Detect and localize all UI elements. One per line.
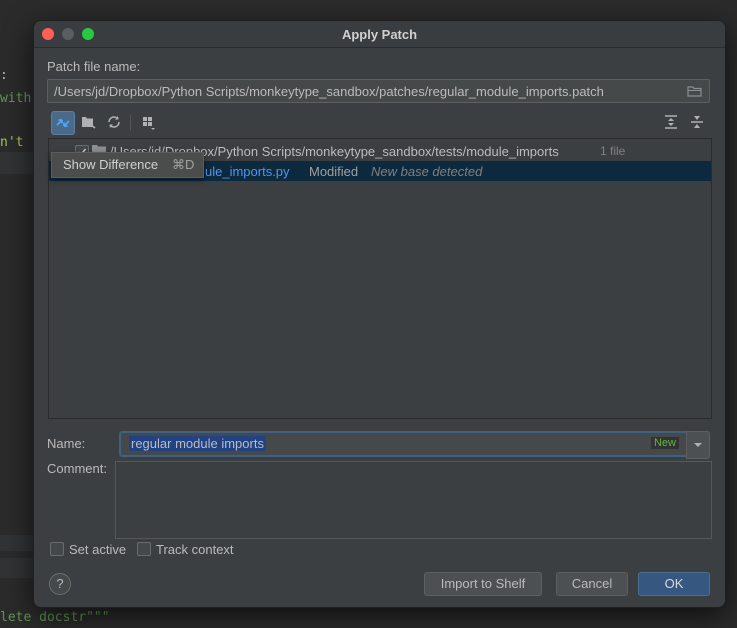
comment-label: Comment: xyxy=(47,461,107,476)
patch-file-field xyxy=(47,79,710,103)
track-context-label[interactable]: Track context xyxy=(156,542,234,557)
dialog-title: Apply Patch xyxy=(341,27,418,42)
expand-all-icon[interactable] xyxy=(660,111,682,133)
name-input[interactable]: regular module imports xyxy=(129,436,266,451)
comment-field xyxy=(115,461,712,539)
new-badge: New xyxy=(650,437,679,449)
name-dropdown-button[interactable] xyxy=(686,431,710,459)
file-note: New base detected xyxy=(371,164,483,179)
folder-file-count: 1 file xyxy=(600,144,626,158)
group-by-icon[interactable] xyxy=(137,111,159,133)
tooltip-shortcut: ⌘D xyxy=(172,157,195,172)
tooltip-text: Show Difference xyxy=(63,157,159,172)
title-bar: Apply Patch xyxy=(34,21,725,48)
editor-code-line: lete docstr""" xyxy=(0,610,110,625)
show-difference-icon[interactable] xyxy=(51,111,75,135)
patch-file-label: Patch file name: xyxy=(47,59,141,74)
editor-code-line: with xyxy=(0,91,32,106)
help-button[interactable]: ? xyxy=(49,573,71,595)
show-difference-tooltip: Show Difference ⌘D xyxy=(51,152,204,178)
editor-code-line: n't xyxy=(0,135,24,150)
patch-file-input[interactable] xyxy=(54,80,674,102)
set-active-label[interactable]: Set active xyxy=(69,542,126,557)
collapse-all-icon[interactable] xyxy=(686,111,708,133)
file-name: ule_imports.py xyxy=(205,164,290,179)
set-active-checkbox[interactable] xyxy=(50,542,64,556)
import-to-shelf-button[interactable]: Import to Shelf xyxy=(424,572,542,596)
toolbar-separator xyxy=(130,115,131,131)
name-field[interactable]: regular module imports New xyxy=(119,431,689,457)
apply-patch-dialog: Apply Patch Patch file name: /Users/jd/D… xyxy=(33,20,726,608)
file-status: Modified xyxy=(309,164,359,179)
comment-input[interactable] xyxy=(116,462,711,538)
editor-code-line: : xyxy=(0,68,8,83)
ok-button[interactable]: OK xyxy=(638,572,710,596)
browse-folder-icon[interactable] xyxy=(687,84,703,98)
track-context-checkbox[interactable] xyxy=(137,542,151,556)
changelist-icon[interactable] xyxy=(77,111,99,133)
cancel-button[interactable]: Cancel xyxy=(556,572,628,596)
refresh-icon[interactable] xyxy=(103,111,125,133)
name-label: Name: xyxy=(47,436,86,451)
changes-tree[interactable]: ⌄ /Users/jd/Dropbox/Python Scripts/monke… xyxy=(48,138,712,419)
